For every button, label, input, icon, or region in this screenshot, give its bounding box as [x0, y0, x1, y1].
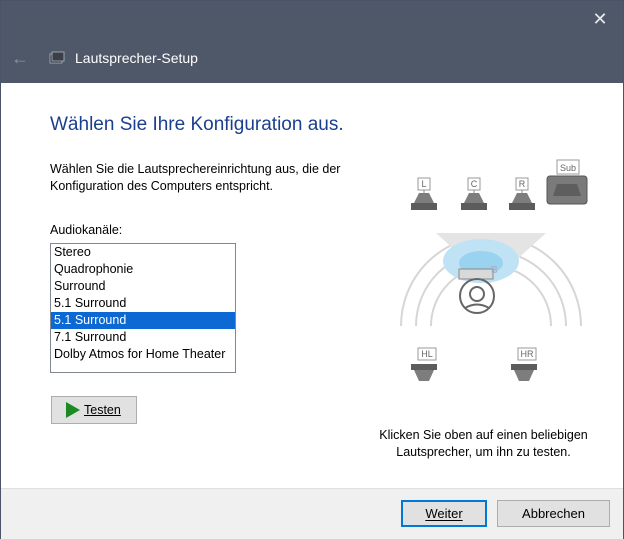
- play-icon: [66, 402, 80, 418]
- audio-channels-listbox[interactable]: Stereo Quadrophonie Surround 5.1 Surroun…: [50, 243, 236, 373]
- test-hint-text: Klicken Sie oben auf einen beliebigen La…: [379, 428, 588, 459]
- channel-option-selected[interactable]: 5.1 Surround: [51, 312, 235, 329]
- back-arrow-icon: ←: [11, 47, 29, 68]
- speaker-sub-label: Sub: [560, 163, 576, 173]
- next-button-label: Weiter: [425, 506, 463, 521]
- test-button[interactable]: Testen: [51, 396, 137, 424]
- back-button[interactable]: ←: [7, 46, 33, 70]
- speaker-left-label: L: [421, 179, 426, 189]
- dialog-footer: Weiter Abbrechen: [1, 488, 623, 539]
- close-button[interactable]: ✕: [577, 1, 623, 37]
- cancel-button-label: Abbrechen: [522, 506, 585, 521]
- speaker-rear-right-label: HR: [521, 349, 534, 359]
- close-icon: ✕: [592, 8, 608, 29]
- speaker-diagram: B L C R Sub HL HR: [400, 159, 588, 381]
- speaker-center-label: C: [471, 179, 478, 189]
- speaker-rear-right: HR: [511, 347, 537, 381]
- speaker-right-label: R: [519, 179, 526, 189]
- title-bar: ✕ ← Lautsprecher-Setup: [1, 1, 623, 83]
- test-button-label: Testen: [84, 403, 121, 417]
- window-title: Lautsprecher-Setup: [75, 50, 198, 66]
- speaker-center: C: [461, 177, 487, 210]
- speaker-app-icon: [49, 51, 65, 64]
- next-button[interactable]: Weiter: [401, 500, 487, 527]
- speaker-rear-left-label: HL: [421, 349, 433, 359]
- speaker-rear-left: HL: [411, 347, 437, 381]
- channel-option[interactable]: Surround: [51, 278, 235, 295]
- speaker-setup-window: ✕ ← Lautsprecher-Setup Wählen Sie Ihre K…: [0, 0, 624, 539]
- speaker-subwoofer: Sub: [546, 159, 588, 205]
- speaker-left: L: [411, 177, 437, 210]
- page-heading: Wählen Sie Ihre Konfiguration aus.: [50, 114, 344, 135]
- channel-option[interactable]: Dolby Atmos for Home Theater: [51, 346, 235, 363]
- cancel-button[interactable]: Abbrechen: [497, 500, 610, 527]
- channel-option[interactable]: Quadrophonie: [51, 261, 235, 278]
- listener-icon: [458, 268, 495, 314]
- svg-text:B: B: [491, 265, 498, 276]
- channel-option[interactable]: 7.1 Surround: [51, 329, 235, 346]
- speaker-right: R: [509, 177, 535, 210]
- audio-channels-label: Audiokanäle:: [50, 223, 123, 237]
- page-description: Wählen Sie die Lautsprechereinrichtung a…: [50, 162, 341, 193]
- channel-option[interactable]: 5.1 Surround: [51, 295, 235, 312]
- channel-option[interactable]: Stereo: [51, 244, 235, 261]
